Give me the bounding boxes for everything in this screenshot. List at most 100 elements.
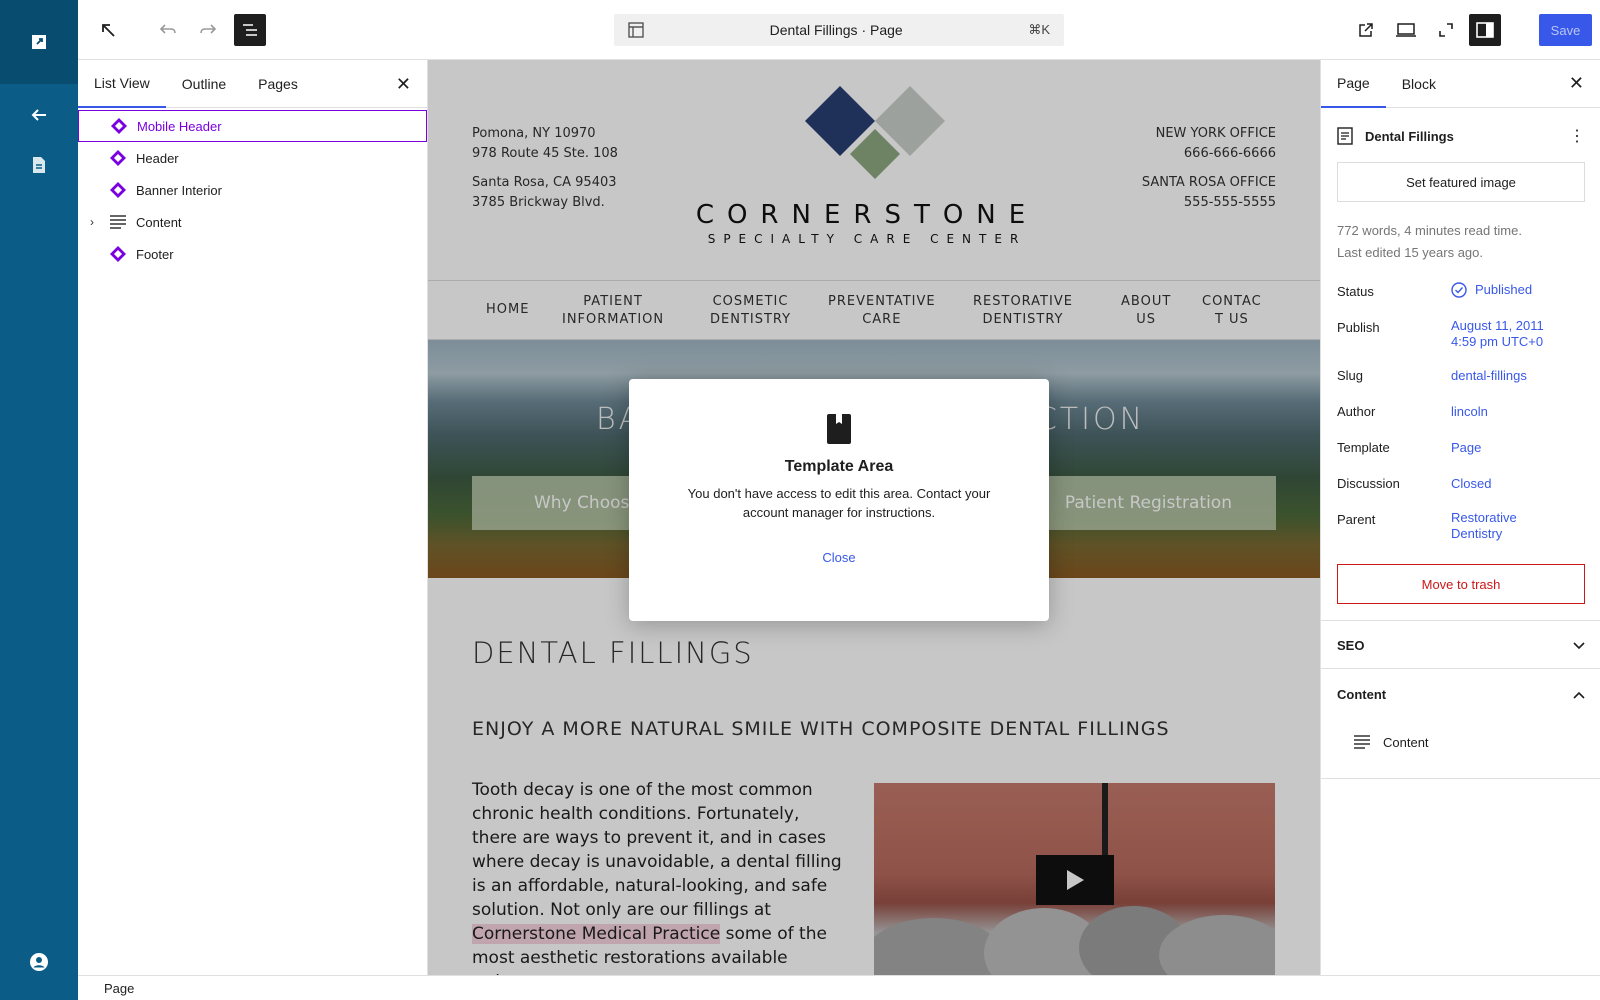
settings-toggle-button[interactable] bbox=[1469, 14, 1501, 46]
author-value[interactable]: lincoln bbox=[1451, 404, 1488, 420]
tab-outline[interactable]: Outline bbox=[166, 60, 242, 108]
tab-page[interactable]: Page bbox=[1321, 60, 1386, 108]
tab-block[interactable]: Block bbox=[1386, 60, 1452, 108]
template-label: Template bbox=[1337, 440, 1390, 455]
status-label: Status bbox=[1337, 284, 1374, 299]
template-part-icon bbox=[108, 148, 128, 168]
publish-label: Publish bbox=[1337, 320, 1380, 335]
undo-button[interactable] bbox=[152, 14, 184, 46]
content-block-item[interactable]: Content bbox=[1353, 734, 1600, 750]
list-view-tabs: List View Outline Pages ✕ bbox=[78, 60, 427, 108]
template-area-dialog: Template Area You don't have access to e… bbox=[629, 379, 1049, 621]
save-button[interactable]: Save bbox=[1539, 14, 1592, 46]
author-label: Author bbox=[1337, 404, 1376, 419]
template-part-icon bbox=[108, 180, 128, 200]
slug-label: Slug bbox=[1337, 368, 1364, 383]
view-site-button[interactable] bbox=[0, 0, 78, 84]
command-palette-button[interactable]: Dental Fillings · Page ⌘K bbox=[614, 14, 1064, 46]
list-item-mobile-header[interactable]: Mobile Header bbox=[78, 110, 427, 142]
seo-panel-toggle[interactable]: SEO bbox=[1337, 638, 1585, 653]
divider bbox=[1321, 778, 1600, 779]
pages-button[interactable] bbox=[0, 140, 78, 190]
document-stats: 772 words, 4 minutes read time. Last edi… bbox=[1337, 220, 1585, 264]
move-to-trash-button[interactable]: Move to trash bbox=[1337, 564, 1585, 604]
external-link-icon bbox=[32, 35, 46, 49]
fullscreen-icon bbox=[1439, 23, 1453, 37]
status-value[interactable]: Published bbox=[1451, 282, 1532, 298]
block-tools-button[interactable] bbox=[92, 14, 124, 46]
device-preview-button[interactable] bbox=[1390, 14, 1422, 46]
breadcrumb[interactable]: Page bbox=[104, 981, 134, 996]
top-toolbar: Dental Fillings · Page ⌘K Save bbox=[78, 0, 1600, 60]
publish-time: 4:59 pm UTC+0 bbox=[1451, 334, 1544, 349]
redo-icon bbox=[200, 24, 217, 34]
more-options-icon[interactable]: ⋮ bbox=[1569, 126, 1585, 146]
fullscreen-button[interactable] bbox=[1430, 14, 1462, 46]
template-value[interactable]: Page bbox=[1451, 440, 1481, 456]
arrow-left-icon bbox=[31, 109, 46, 121]
close-list-view-button[interactable]: ✕ bbox=[396, 74, 411, 95]
list-item-content[interactable]: › Content bbox=[78, 206, 427, 238]
page-icon bbox=[33, 157, 45, 173]
document-name: Dental Fillings bbox=[1365, 128, 1454, 144]
content-panel-label: Content bbox=[1337, 687, 1387, 702]
dialog-description: You don't have access to edit this area.… bbox=[687, 486, 991, 520]
publish-date: August 11, 2011 bbox=[1451, 318, 1544, 333]
shortcut-hint: ⌘K bbox=[1028, 22, 1050, 37]
publish-date-button[interactable]: August 11, 2011 4:59 pm UTC+0 bbox=[1451, 318, 1544, 350]
published-check-icon bbox=[1451, 282, 1467, 298]
discussion-value[interactable]: Closed bbox=[1451, 476, 1491, 492]
divider bbox=[1321, 668, 1600, 669]
list-item-label: Header bbox=[136, 150, 179, 166]
dialog-close-button[interactable]: Close bbox=[629, 550, 1049, 565]
document-title: Dental Fillings · Page bbox=[769, 22, 903, 38]
list-item-header[interactable]: Header bbox=[78, 142, 427, 174]
document-overview-button[interactable] bbox=[234, 14, 266, 46]
word-count: 772 words, 4 minutes read time. bbox=[1337, 223, 1522, 238]
chevron-down-icon bbox=[1573, 641, 1585, 649]
back-button[interactable] bbox=[0, 90, 78, 140]
parent-line: Dentistry bbox=[1451, 526, 1503, 541]
parent-value[interactable]: Restorative Dentistry bbox=[1451, 510, 1517, 542]
layout-icon bbox=[628, 22, 644, 38]
list-item-banner-interior[interactable]: Banner Interior bbox=[78, 174, 427, 206]
book-icon bbox=[827, 414, 851, 444]
list-view-icon bbox=[243, 24, 257, 36]
dialog-title: Template Area bbox=[784, 458, 894, 475]
close-icon: ✕ bbox=[395, 74, 411, 94]
tab-pages[interactable]: Pages bbox=[242, 60, 314, 108]
list-item-label: Content bbox=[136, 214, 182, 230]
template-part-icon bbox=[108, 244, 128, 264]
settings-panel: Page Block ✕ Dental Fillings ⋮ Set featu… bbox=[1320, 60, 1600, 975]
view-page-button[interactable] bbox=[1350, 14, 1382, 46]
account-button[interactable] bbox=[0, 952, 78, 972]
content-item-label: Content bbox=[1383, 734, 1429, 750]
settings-tabs: Page Block ✕ bbox=[1321, 60, 1600, 108]
desktop-icon bbox=[1396, 23, 1416, 37]
post-content-icon bbox=[108, 212, 128, 232]
discussion-label: Discussion bbox=[1337, 476, 1400, 491]
last-edited: Last edited 15 years ago. bbox=[1337, 245, 1483, 260]
chevron-up-icon bbox=[1573, 691, 1585, 699]
user-avatar-icon bbox=[30, 953, 48, 971]
document-summary: Dental Fillings ⋮ bbox=[1337, 126, 1585, 146]
set-featured-image-button[interactable]: Set featured image bbox=[1337, 162, 1585, 202]
tab-list-view[interactable]: List View bbox=[78, 60, 166, 108]
list-item-footer[interactable]: Footer bbox=[78, 238, 427, 270]
undo-icon bbox=[159, 24, 176, 34]
slug-value[interactable]: dental-fillings bbox=[1451, 368, 1527, 384]
close-icon: ✕ bbox=[1568, 73, 1584, 93]
close-settings-button[interactable]: ✕ bbox=[1569, 73, 1584, 94]
list-view-panel: List View Outline Pages ✕ Mobile Header … bbox=[78, 60, 428, 975]
chevron-right-icon[interactable]: › bbox=[90, 215, 94, 229]
sidebar-icon bbox=[1476, 22, 1494, 38]
list-item-label: Footer bbox=[136, 246, 174, 262]
arrow-up-left-icon bbox=[102, 24, 115, 37]
template-part-icon bbox=[109, 116, 129, 136]
content-panel-toggle[interactable]: Content bbox=[1337, 687, 1585, 702]
post-content-icon bbox=[1354, 735, 1370, 749]
redo-button[interactable] bbox=[192, 14, 224, 46]
list-item-label: Mobile Header bbox=[137, 118, 222, 134]
parent-line: Restorative bbox=[1451, 510, 1517, 525]
left-rail bbox=[0, 0, 78, 1000]
